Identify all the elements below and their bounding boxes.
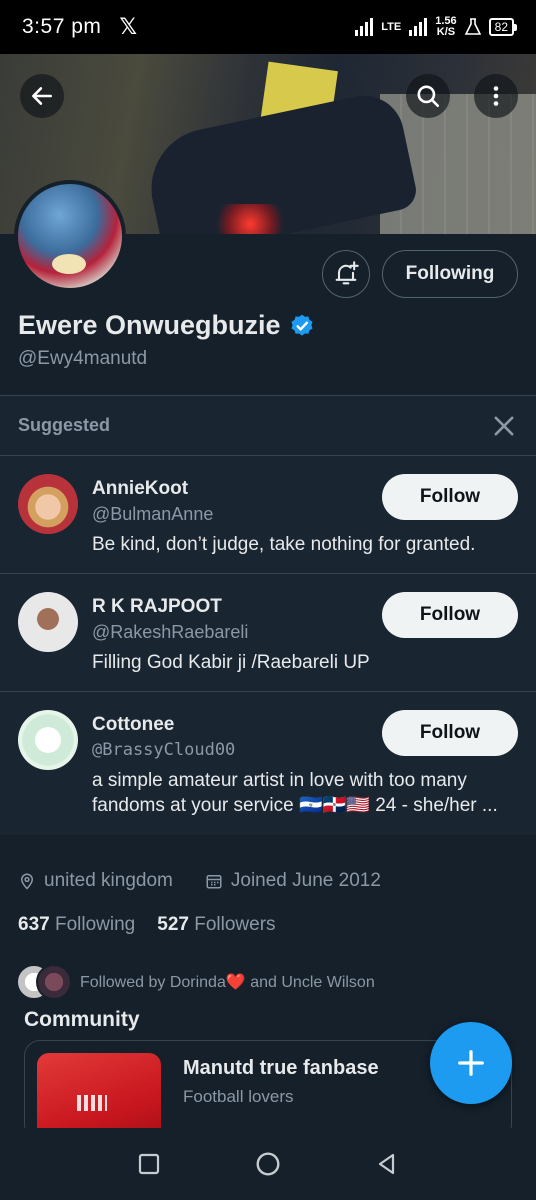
triangle-back-icon	[378, 1153, 394, 1175]
followed-by-text: Followed by Dorinda❤️ and Uncle Wilson	[80, 974, 375, 991]
user-handle: @RakeshRaebareli	[92, 622, 249, 642]
following-label: Following	[54, 914, 136, 935]
recents-button[interactable]	[131, 1146, 167, 1182]
system-back-button[interactable]	[369, 1146, 405, 1182]
square-icon	[139, 1153, 160, 1175]
community-name: Manutd true fanbase	[183, 1057, 379, 1079]
home-button[interactable]	[250, 1146, 286, 1182]
followers-count: 527	[157, 914, 189, 935]
follow-button[interactable]: Follow	[382, 710, 518, 756]
speed-unit: K/S	[436, 26, 456, 38]
banner-light	[210, 204, 290, 234]
follow-button[interactable]: Follow	[382, 592, 518, 638]
bell-plus-icon	[335, 261, 359, 285]
network-speed: 1.56 K/S	[435, 16, 456, 38]
user-bio: a simple amateur artist in love with too…	[92, 770, 498, 816]
status-time: 3:57 pm	[22, 15, 102, 38]
followers-label: Followers	[194, 914, 276, 935]
x-logo-icon: 𝕏	[119, 14, 138, 39]
battery-icon: 82	[488, 18, 518, 36]
location-pin-icon	[20, 873, 34, 890]
community-image	[37, 1053, 161, 1139]
followers-link[interactable]: 527 Followers	[157, 914, 275, 936]
user-bio: Filling God Kabir ji /Raebareli UP	[92, 652, 370, 673]
plus-icon	[458, 1050, 484, 1076]
back-button[interactable]	[20, 74, 64, 118]
search-button[interactable]	[406, 74, 450, 118]
display-name-text: Ewere Onwuegbuzie	[18, 310, 281, 340]
notifications-button[interactable]	[322, 250, 370, 298]
arrow-left-icon	[32, 87, 52, 105]
user-avatar[interactable]	[18, 592, 78, 652]
suggested-user[interactable]: AnnieKoot @BulmanAnne Be kind, don’t jud…	[0, 456, 536, 574]
close-icon[interactable]	[490, 412, 518, 440]
profile-handle: @Ewy4manutd	[18, 348, 148, 369]
flask-icon	[464, 18, 481, 35]
profile-meta: united kingdom Joined June 2012	[18, 870, 381, 892]
community-description: Football lovers	[183, 1087, 294, 1106]
profile-avatar[interactable]	[14, 180, 126, 292]
more-options-button[interactable]	[474, 74, 518, 118]
calendar-icon	[206, 875, 222, 889]
follow-counts: 637 Following 527 Followers	[18, 914, 276, 936]
user-name[interactable]: AnnieKoot	[92, 478, 188, 500]
user-avatar[interactable]	[18, 474, 78, 534]
user-handle: @BulmanAnne	[92, 504, 214, 524]
suggested-user[interactable]: R K RAJPOOT @RakeshRaebareli Filling God…	[0, 574, 536, 692]
user-bio: Be kind, don’t judge, take nothing for g…	[92, 534, 476, 555]
status-bar: 3:57 pm 𝕏 LTE 1.56 K/S 82	[0, 0, 536, 54]
verified-badge-icon	[291, 314, 313, 336]
suggested-user[interactable]: Cottonee @BrassyCloud00 a simple amateur…	[0, 692, 536, 816]
following-count: 637	[18, 914, 50, 935]
search-icon	[417, 85, 440, 108]
profile-display-name: Ewere Onwuegbuzie	[18, 310, 315, 341]
following-button[interactable]: Following	[382, 250, 518, 298]
suggested-header: Suggested	[0, 396, 536, 456]
system-nav-bar	[0, 1128, 536, 1200]
compose-button[interactable]	[430, 1022, 512, 1104]
suggested-section: Suggested AnnieKoot @BulmanAnne Be kind,…	[0, 395, 536, 835]
signal-icon	[355, 18, 374, 36]
user-avatar[interactable]	[18, 710, 78, 770]
user-handle: @BrassyCloud00	[92, 740, 236, 760]
user-name[interactable]: Cottonee	[92, 714, 174, 736]
community-title: Community	[24, 1008, 140, 1031]
more-vertical-icon	[493, 86, 499, 106]
avatar	[36, 964, 72, 1000]
network-type: LTE	[381, 21, 402, 33]
followed-by[interactable]: Followed by Dorinda❤️ and Uncle Wilson	[16, 964, 375, 1000]
joined-text: Joined June 2012	[230, 870, 381, 891]
circle-icon	[256, 1152, 280, 1176]
suggested-title: Suggested	[18, 415, 111, 435]
followed-by-avatars	[16, 964, 72, 1000]
follow-button[interactable]: Follow	[382, 474, 518, 520]
signal-icon-2	[409, 18, 428, 36]
user-name[interactable]: R K RAJPOOT	[92, 596, 222, 618]
avatar-cake	[52, 254, 86, 274]
following-link[interactable]: 637 Following	[18, 914, 135, 936]
location-text: united kingdom	[44, 870, 173, 891]
